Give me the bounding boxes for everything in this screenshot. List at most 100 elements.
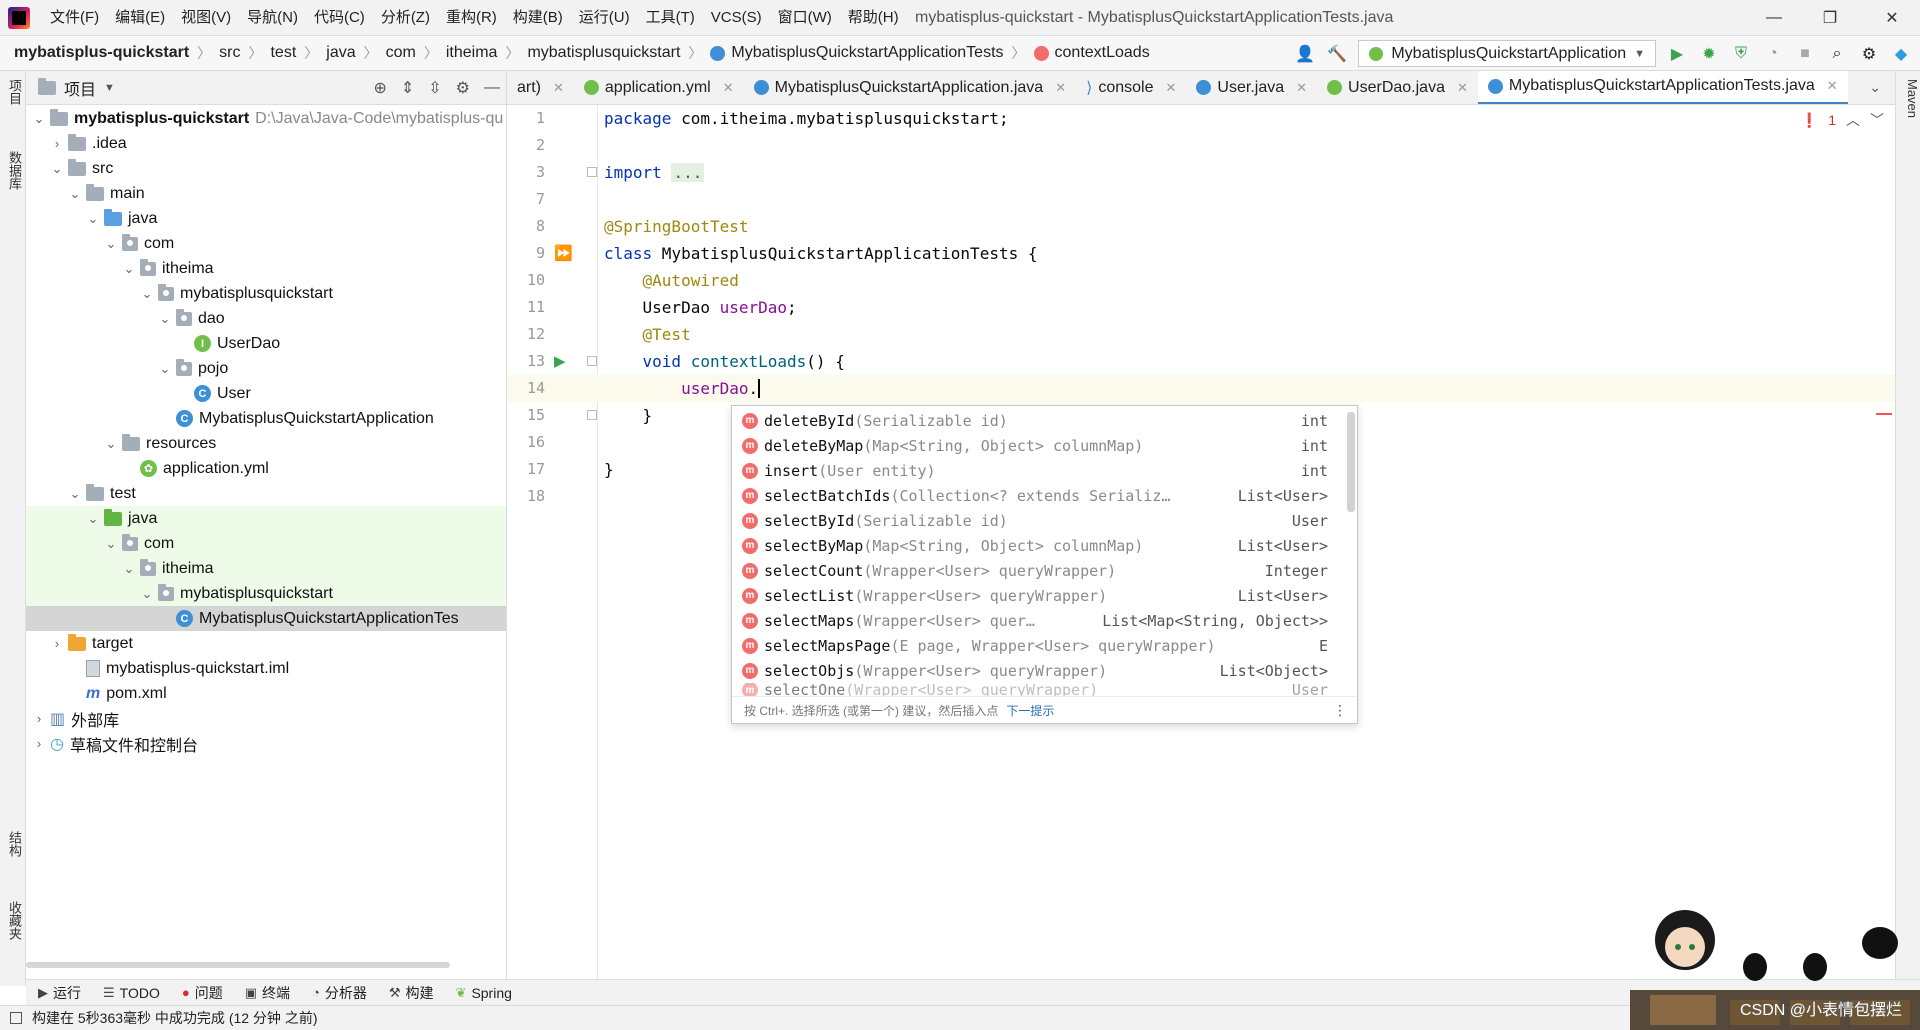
problems-indicator[interactable]: ❗ 1 ︿ ﹀ <box>1801 110 1884 130</box>
expand-all-icon[interactable]: ⇕ <box>401 78 414 98</box>
database-tool-tab[interactable]: 数据库 <box>2 151 24 190</box>
tree-item[interactable]: I UserDao <box>26 331 506 356</box>
chevron-down-icon[interactable]: ⌄ <box>86 511 100 527</box>
completion-item[interactable]: m selectById (Serializable id) User <box>732 508 1342 533</box>
collapse-all-icon[interactable]: ⇳ <box>428 78 441 98</box>
tool-problems[interactable]: ● 问题 <box>182 983 223 1003</box>
chevron-down-icon[interactable]: ⌄ <box>104 236 118 252</box>
locate-icon[interactable]: ⊕ <box>373 78 386 98</box>
completion-item[interactable]: m deleteById (Serializable id) int <box>732 408 1342 433</box>
breadcrumb-class[interactable]: MybatisplusQuickstartApplicationTests <box>731 44 1003 62</box>
project-horizontal-scrollbar[interactable] <box>26 962 450 968</box>
tree-item[interactable]: ✿ application.yml <box>26 456 506 481</box>
tree-item[interactable]: C User <box>26 381 506 406</box>
project-tool-tab[interactable]: 项目 <box>2 79 24 105</box>
tree-item[interactable]: ⌄ itheima <box>26 256 506 281</box>
tab-console[interactable]: ⟩ console ✕ <box>1076 71 1186 104</box>
run-icon[interactable]: ▶ <box>1666 43 1688 65</box>
completion-item[interactable]: m deleteByMap (Map<String, Object> columnM… <box>732 433 1342 458</box>
folded-imports[interactable]: ... <box>671 163 705 182</box>
completion-item[interactable]: m selectMapsPage (E page, Wrapper<User> qu… <box>732 633 1342 658</box>
chevron-down-icon[interactable]: ⌄ <box>68 186 82 202</box>
menu-edit[interactable]: 编辑(E) <box>107 0 173 36</box>
breadcrumb-method[interactable]: contextLoads <box>1055 44 1150 62</box>
status-toggle-icon[interactable] <box>10 1012 22 1024</box>
completion-item[interactable]: m insert (User entity) int <box>732 458 1342 483</box>
tree-item[interactable]: › ◷ 草稿文件和控制台 <box>26 731 506 756</box>
menu-refactor[interactable]: 重构(R) <box>438 0 505 36</box>
completion-item[interactable]: m selectObjs (Wrapper<User> queryWrapper) L… <box>732 658 1342 683</box>
gear-icon[interactable]: ⚙ <box>1858 43 1880 65</box>
completion-item-partial[interactable]: m selectOne (Wrapper<User> queryWrapper) Us… <box>732 683 1342 697</box>
chevron-down-icon[interactable]: ⌄ <box>122 261 136 277</box>
close-icon[interactable]: ✕ <box>723 80 734 96</box>
structure-tool-tab[interactable]: 结构 <box>2 831 24 857</box>
tool-build[interactable]: ⚒ 构建 <box>389 983 434 1003</box>
chevron-down-icon[interactable]: ⌄ <box>32 111 46 127</box>
project-panel-title[interactable]: 项目 <box>64 76 96 100</box>
profile-icon[interactable]: ◔ <box>1762 43 1784 65</box>
tab-userdao-java[interactable]: UserDao.java ✕ <box>1317 71 1478 104</box>
tree-item[interactable]: m pom.xml <box>26 681 506 706</box>
chevron-right-icon[interactable]: › <box>32 736 46 751</box>
tab-truncated[interactable]: art) ✕ <box>507 71 574 104</box>
chevron-down-icon[interactable]: ⌄ <box>140 586 154 602</box>
chevron-down-icon[interactable]: ⌄ <box>104 436 118 452</box>
completion-item[interactable]: m selectCount (Wrapper<User> queryWrapper)… <box>732 558 1342 583</box>
tree-item[interactable]: ⌄ main <box>26 181 506 206</box>
chevron-down-icon[interactable]: ⌄ <box>50 161 64 177</box>
toolbox-icon[interactable]: ◆ <box>1890 43 1912 65</box>
minimize-button[interactable]: — <box>1746 0 1802 36</box>
chevron-down-icon[interactable]: ⌄ <box>104 536 118 552</box>
tree-item[interactable]: › ▥ 外部库 <box>26 706 506 731</box>
menu-navigate[interactable]: 导航(N) <box>239 0 306 36</box>
favorites-tool-tab[interactable]: 收藏夹 <box>2 901 24 940</box>
tree-item[interactable]: ⌄ dao <box>26 306 506 331</box>
breadcrumb-com[interactable]: com <box>386 44 416 62</box>
tree-item[interactable]: ⌄ pojo <box>26 356 506 381</box>
fold-marker-icon[interactable] <box>587 410 597 420</box>
tool-profiler[interactable]: ◔ 分析器 <box>312 983 367 1003</box>
completion-item[interactable]: m selectByMap (Map<String, Object> columnM… <box>732 533 1342 558</box>
tool-todo[interactable]: ☰ TODO <box>103 985 160 1001</box>
chevron-down-icon[interactable]: ⌄ <box>158 361 172 377</box>
chevron-down-icon[interactable]: ▼ <box>104 82 115 94</box>
user-icon[interactable]: 👤 <box>1294 43 1316 65</box>
breadcrumb-test[interactable]: test <box>270 44 296 62</box>
next-tip-link[interactable]: 下一提示 <box>1006 702 1054 719</box>
tab-tests-java[interactable]: MybatisplusQuickstartApplicationTests.ja… <box>1477 71 1848 104</box>
tree-item[interactable]: ⌄ itheima <box>26 556 506 581</box>
run-config-dropdown[interactable]: MybatisplusQuickstartApplication ▼ <box>1358 40 1656 67</box>
tree-item[interactable]: ⌄ java <box>26 206 506 231</box>
chevron-down-icon[interactable]: ﹀ <box>1870 110 1884 130</box>
close-button[interactable]: ✕ <box>1864 0 1920 36</box>
breadcrumb-project[interactable]: mybatisplus-quickstart <box>14 44 189 62</box>
chevron-right-icon[interactable]: › <box>32 711 46 726</box>
search-icon[interactable]: ⌕ <box>1826 43 1848 65</box>
stop-icon[interactable]: ■ <box>1794 43 1816 65</box>
tree-item[interactable]: › .idea <box>26 131 506 156</box>
breadcrumb-src[interactable]: src <box>219 44 240 62</box>
close-icon[interactable]: ✕ <box>553 80 564 96</box>
maven-tool-tab[interactable]: Maven <box>1898 79 1920 118</box>
menu-view[interactable]: 视图(V) <box>173 0 239 36</box>
fold-marker-icon[interactable] <box>587 167 597 177</box>
breadcrumb-itheima[interactable]: itheima <box>446 44 498 62</box>
chevron-down-icon[interactable]: ⌄ <box>158 311 172 327</box>
tree-item[interactable]: ⌄ mybatisplusquickstart <box>26 281 506 306</box>
chevron-down-icon[interactable]: ⌄ <box>86 211 100 227</box>
menu-build[interactable]: 构建(B) <box>505 0 571 36</box>
menu-analyze[interactable]: 分析(Z) <box>373 0 438 36</box>
tab-user-java[interactable]: User.java ✕ <box>1186 71 1317 104</box>
completion-item[interactable]: m selectList (Wrapper<User> queryWrapper) L… <box>732 583 1342 608</box>
completion-scrollbar[interactable] <box>1347 412 1355 512</box>
tree-item[interactable]: ⌄ com <box>26 531 506 556</box>
menu-file[interactable]: 文件(F) <box>42 0 107 36</box>
tool-spring[interactable]: ❦ Spring <box>456 985 512 1001</box>
menu-code[interactable]: 代码(C) <box>306 0 373 36</box>
error-stripe-mark[interactable] <box>1876 413 1892 415</box>
tool-run[interactable]: ▶ 运行 <box>38 983 81 1003</box>
tree-item[interactable]: ⌄ mybatisplus-quickstart D:\Java\Java-Co… <box>26 106 506 131</box>
tree-item[interactable]: ⌄ src <box>26 156 506 181</box>
close-icon[interactable]: ✕ <box>1296 80 1307 96</box>
